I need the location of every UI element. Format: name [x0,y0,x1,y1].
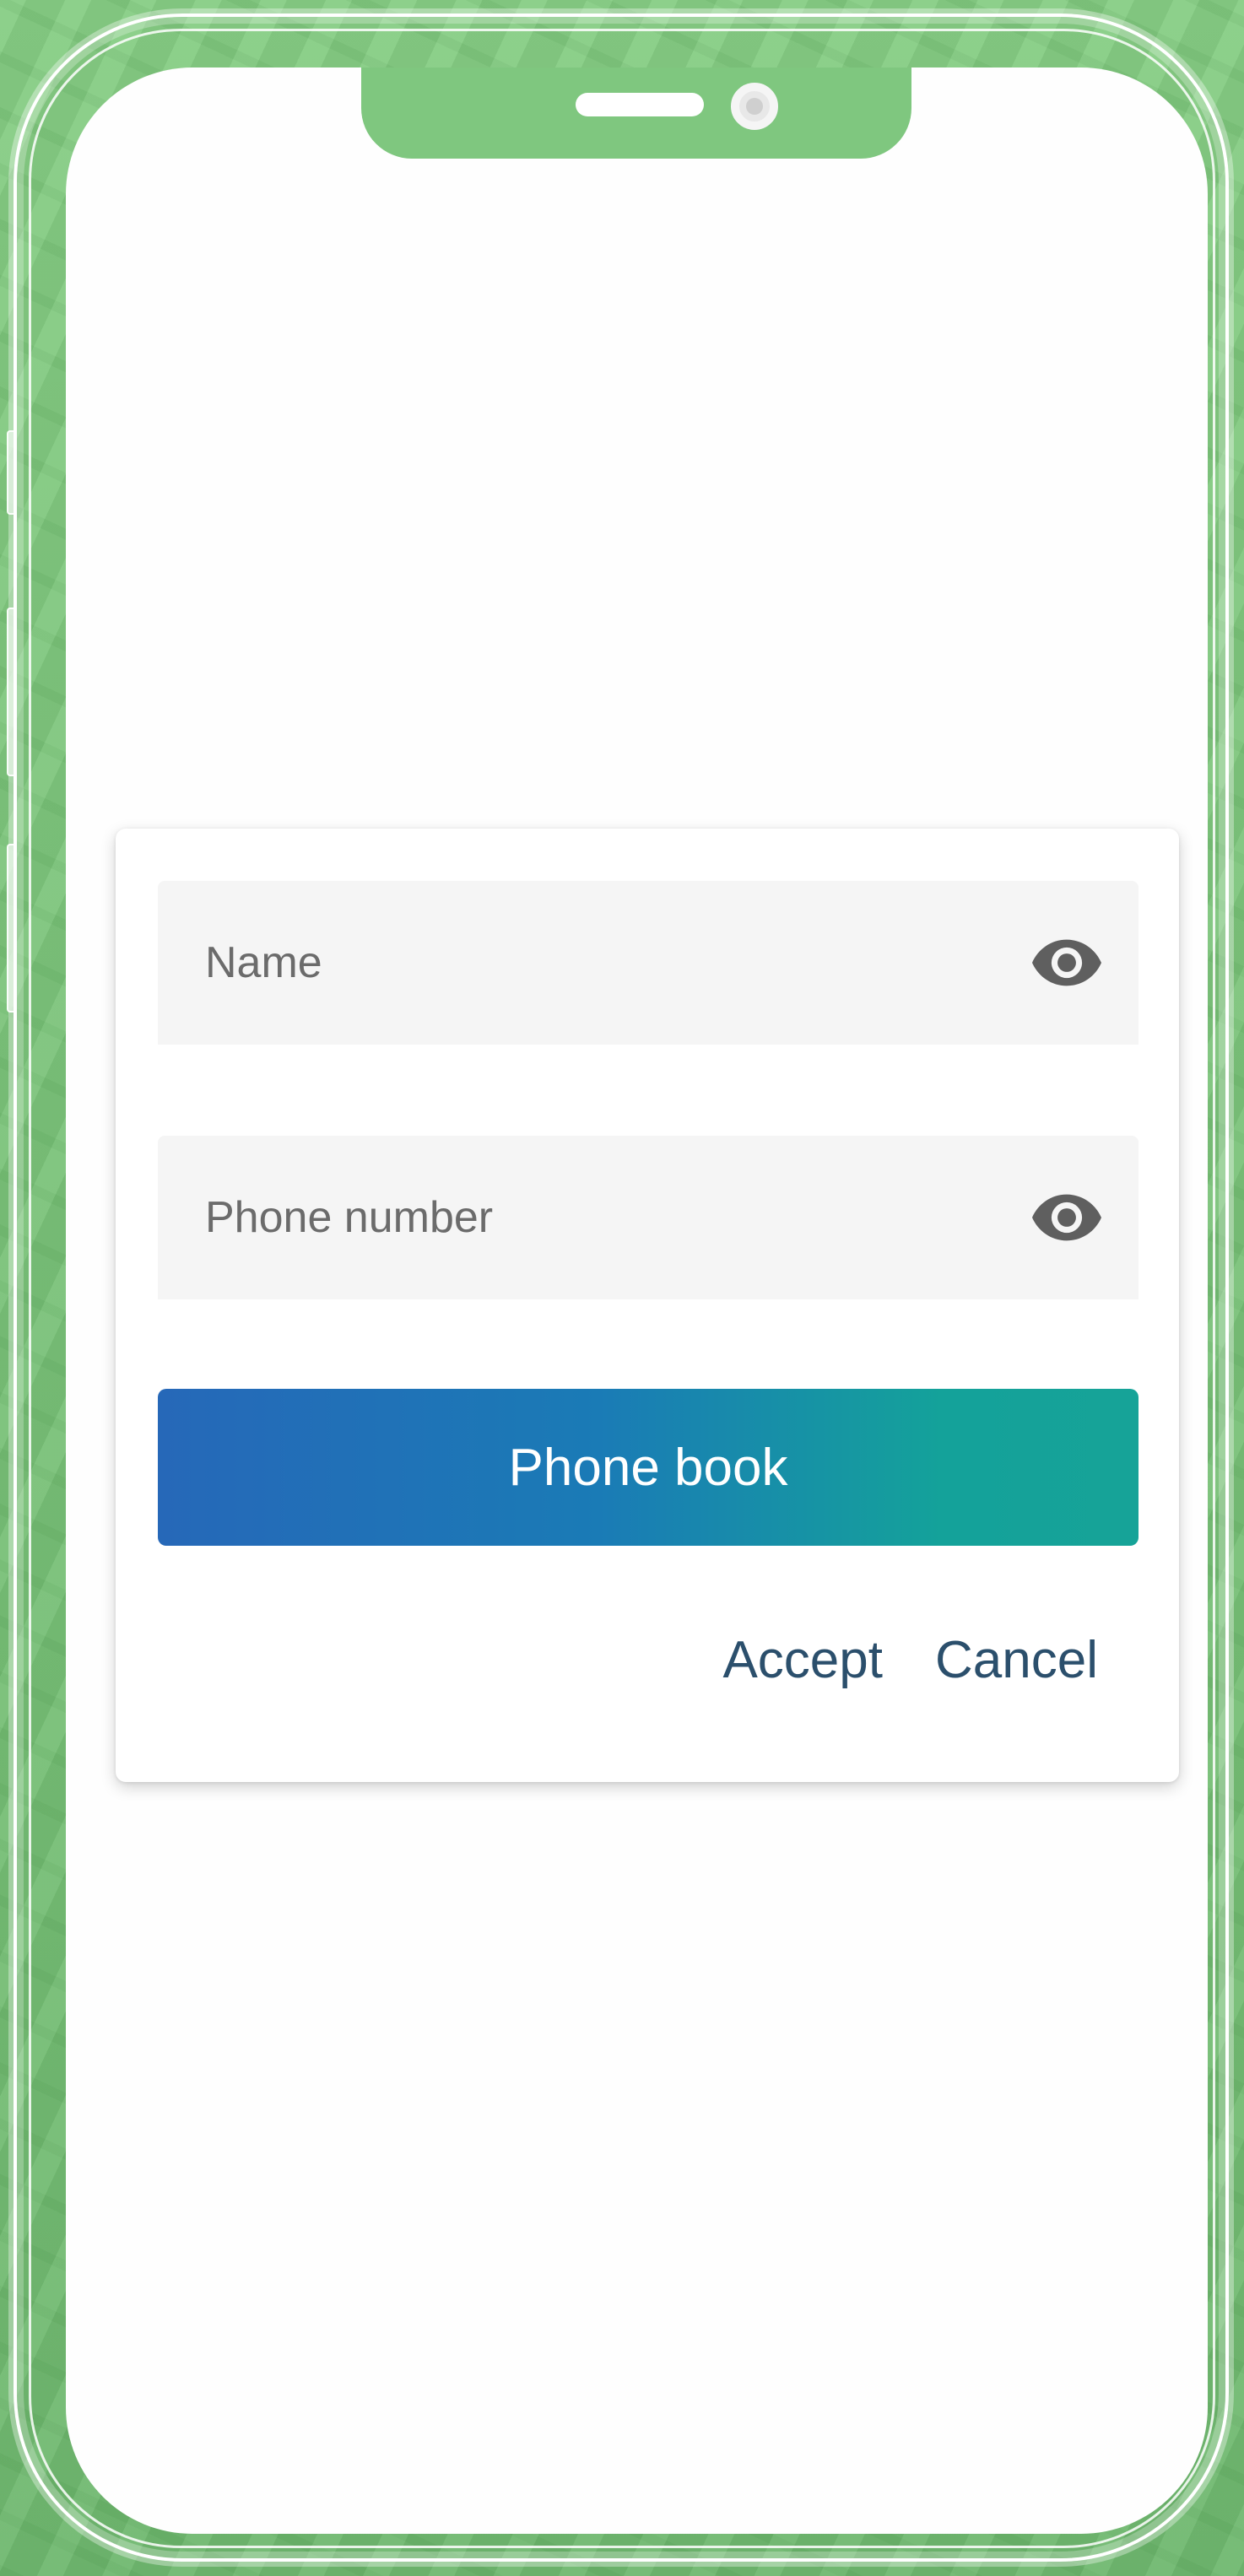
name-field-placeholder: Name [205,938,322,987]
cancel-button[interactable]: Cancel [935,1630,1098,1690]
name-field[interactable]: Name [158,881,1139,1045]
accept-button[interactable]: Accept [722,1630,883,1690]
eye-icon[interactable] [1032,1194,1101,1241]
speaker-grille [576,93,704,116]
volume-down-button [7,844,17,1013]
mute-switch [7,430,17,515]
dialog-actions: Accept Cancel [722,1630,1098,1690]
phone-book-button[interactable]: Phone book [158,1389,1139,1546]
front-camera [731,83,778,130]
phone-number-field-placeholder: Phone number [205,1193,494,1242]
volume-up-button [7,608,17,776]
phone-number-field[interactable]: Phone number [158,1136,1139,1299]
contact-dialog: Name Phone number Phone book Accept Canc… [116,829,1179,1782]
eye-icon[interactable] [1032,939,1101,986]
